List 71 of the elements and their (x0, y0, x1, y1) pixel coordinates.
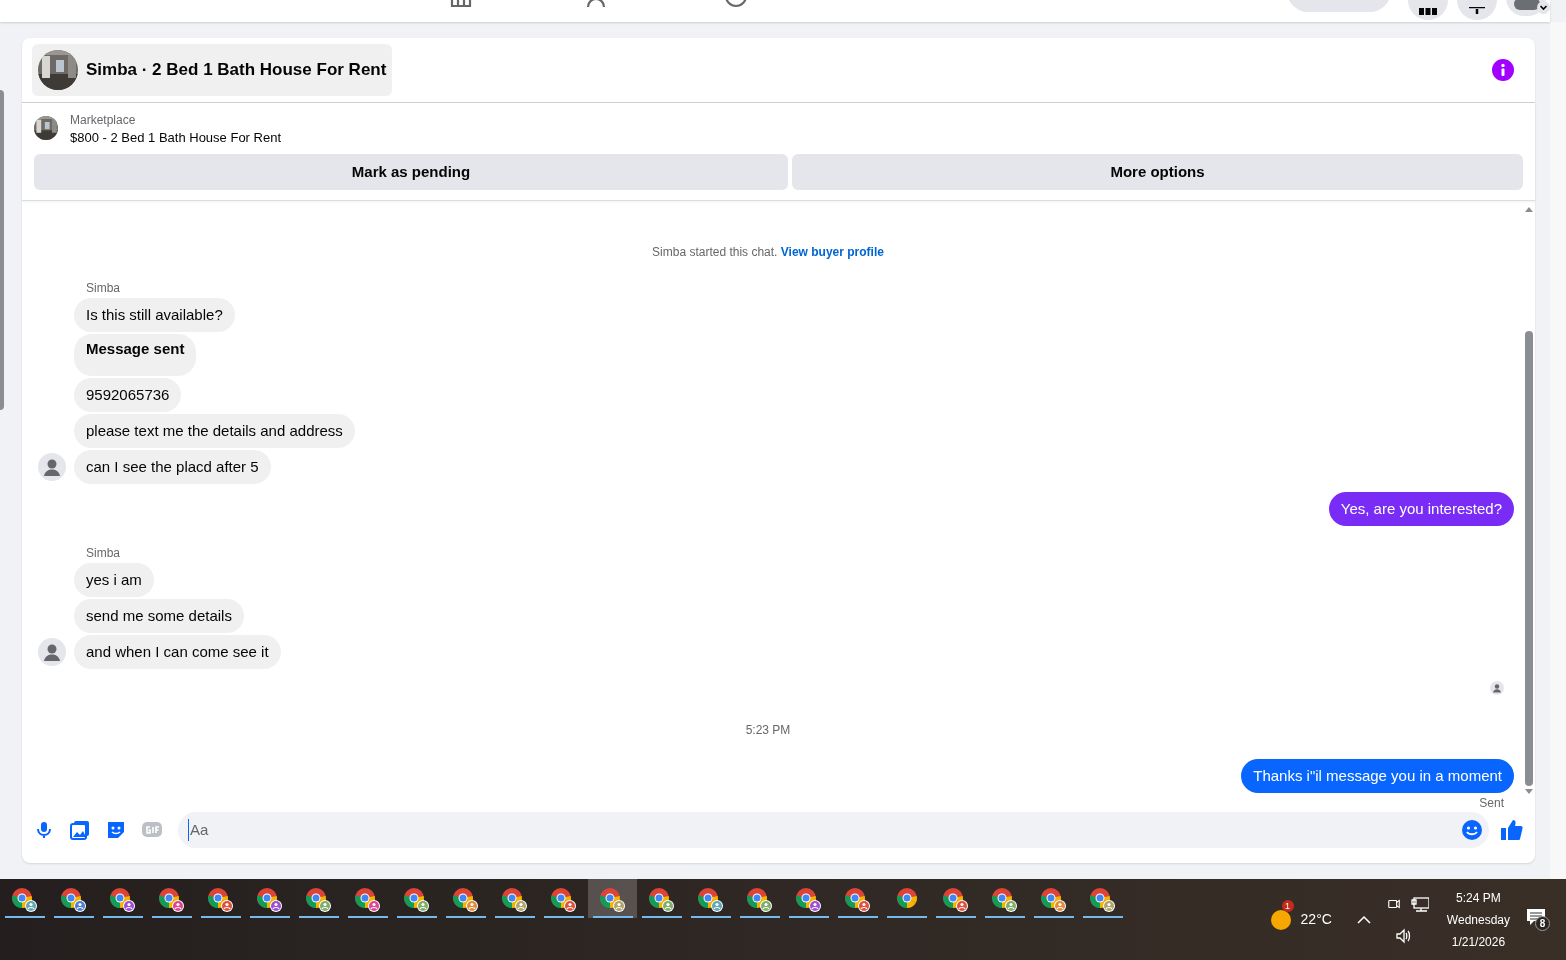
browser-icon (648, 887, 675, 913)
scroll-down-icon[interactable] (1525, 789, 1533, 794)
clock-day[interactable]: Wednesday (1446, 908, 1510, 931)
avatar-icon (1490, 681, 1504, 695)
menu-icon[interactable] (1419, 8, 1437, 15)
browser-icon (1089, 887, 1116, 913)
message-bubble: Yes, are you interested? (1328, 492, 1514, 526)
message-bubble: Is this still available? (74, 298, 235, 332)
browser-icon (354, 887, 381, 913)
browser-icon (501, 887, 528, 913)
browser-icon (256, 887, 283, 913)
info-icon[interactable] (1492, 59, 1514, 81)
browser-icon (452, 887, 479, 913)
message-bubble: please text me the details and address (74, 414, 355, 448)
network-icon[interactable] (1410, 895, 1429, 912)
conversation-header[interactable]: Simba · 2 Bed 1 Bath House For Rent (32, 44, 393, 96)
message-bubble: Thanks i"il message you in a moment (1241, 759, 1514, 793)
browser-icon (60, 887, 87, 913)
photo-icon[interactable] (70, 820, 90, 840)
message-bubble: send me some details (74, 599, 244, 633)
system-notice: Simba started this chat. View buyer profile (652, 245, 884, 259)
volume-icon[interactable] (1394, 927, 1411, 944)
sticker-icon[interactable] (106, 820, 126, 840)
weather-icon (1269, 908, 1292, 931)
weather-temperature: 22°C (1300, 910, 1332, 929)
browser-icon (844, 887, 871, 913)
weather-badge: 1 (1281, 899, 1294, 912)
chevron-down-icon[interactable] (1537, 1, 1550, 14)
browser-icon (895, 887, 918, 909)
browser-icon (403, 887, 430, 913)
message-bubble: Message sent (74, 334, 197, 376)
message-status: Sent (1479, 795, 1504, 812)
browser-icon (11, 887, 38, 913)
browser-icon (942, 887, 969, 913)
listing-title: $800 - 2 Bed 1 Bath House For Rent (70, 129, 281, 147)
browser-icon (795, 887, 822, 913)
message-bubble: 9592065736 (74, 378, 182, 412)
microphone-icon[interactable] (36, 821, 52, 839)
message-bubble: can I see the placd after 5 (74, 450, 271, 484)
scroll-up-icon[interactable] (1525, 207, 1533, 212)
message-bubble: yes i am (74, 563, 154, 597)
browser-icon (746, 887, 773, 913)
conversation-title: Simba · 2 Bed 1 Bath House For Rent (86, 59, 387, 82)
action-button[interactable]: More options (792, 154, 1523, 190)
taskbar-button[interactable] (588, 879, 637, 918)
listing-source: Marketplace (70, 112, 137, 128)
browser-icon (550, 887, 577, 913)
sender-name: Simba (86, 280, 120, 296)
action-button[interactable]: Mark as pending (34, 154, 788, 190)
browser-icon (1040, 887, 1067, 913)
browser-icon (207, 887, 234, 913)
avatar-icon (38, 453, 66, 481)
browser-icon (599, 887, 626, 913)
message-field[interactable]: Aa (178, 812, 1489, 848)
buyer-profile-link[interactable]: View buyer profile (780, 245, 884, 259)
clock-time[interactable]: 5:24 PM (1456, 886, 1501, 909)
avatar-icon (38, 638, 66, 666)
browser-icon (158, 887, 185, 913)
message-input[interactable]: Aa (188, 818, 1462, 842)
browser-icon (697, 887, 724, 913)
message-bubble: and when I can come see it (74, 635, 281, 669)
emoji-icon[interactable] (1462, 820, 1482, 840)
browser-icon (305, 887, 332, 913)
clock-date[interactable]: 1/21/2026 (1451, 930, 1506, 953)
timestamp: 5:23 PM (744, 722, 792, 739)
like-icon[interactable] (1501, 820, 1523, 840)
browser-icon (109, 887, 136, 913)
chevron-up-icon[interactable] (1356, 914, 1371, 925)
sender-name: Simba (86, 545, 120, 561)
scrollbar-thumb[interactable] (1525, 331, 1533, 786)
browser-icon (991, 887, 1018, 913)
